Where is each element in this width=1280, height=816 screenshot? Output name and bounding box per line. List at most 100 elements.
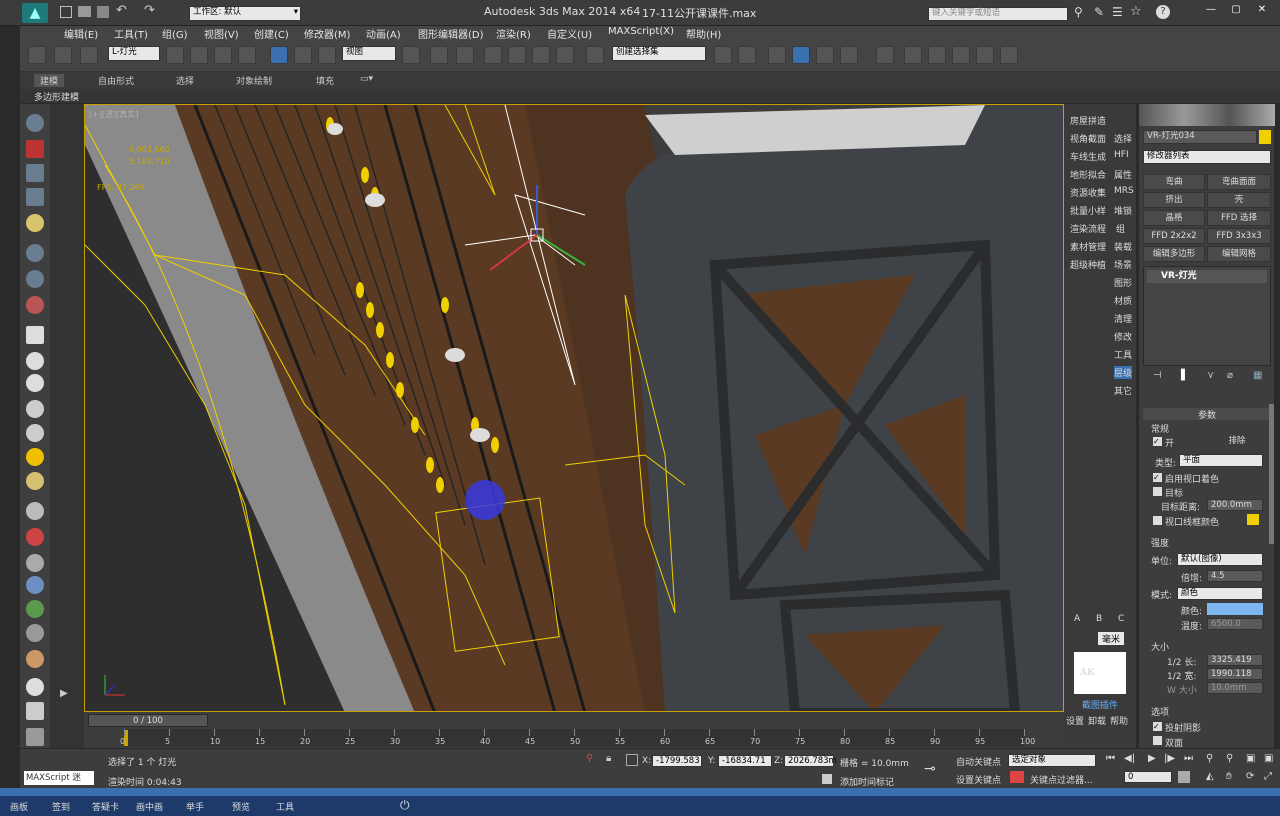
communication-icon[interactable]: ☰ — [1112, 5, 1123, 19]
close-button[interactable]: ✕ — [1250, 4, 1274, 20]
curve-editor-icon[interactable] — [816, 46, 834, 64]
time-slider[interactable]: 0 / 100 — [88, 714, 208, 727]
plugin-tab-b[interactable]: B — [1096, 614, 1102, 624]
taskbar-pip[interactable]: 画中画 — [136, 800, 163, 813]
play-icon[interactable]: ▶ — [1148, 753, 1156, 764]
taskbar-whiteboard[interactable]: 画板 — [10, 800, 28, 813]
edit-named-sel-icon[interactable] — [586, 46, 604, 64]
menu-customize[interactable]: 自定义(U) — [547, 26, 592, 41]
plugin-item[interactable]: 装载 — [1114, 240, 1132, 253]
absolute-mode-icon[interactable] — [626, 754, 638, 766]
maximize-button[interactable]: ▢ — [1225, 4, 1247, 20]
render-setup-icon[interactable] — [904, 46, 922, 64]
target-distance-spinner[interactable]: 200.0mm — [1207, 499, 1263, 511]
plugin-item[interactable]: HFI — [1114, 150, 1129, 160]
plugin-item[interactable]: 其它 — [1114, 384, 1132, 397]
mirror-icon[interactable] — [714, 46, 732, 64]
zoom-icon[interactable]: ⚲ — [1206, 753, 1213, 764]
plugin-tab-c[interactable]: C — [1118, 614, 1124, 624]
settings-link[interactable]: 设置 — [1066, 714, 1084, 727]
make-unique-icon[interactable]: ⋎ — [1207, 370, 1214, 381]
ffd-3x3x3-button[interactable]: FFD 3x3x3 — [1207, 228, 1271, 244]
prev-frame-icon[interactable]: ◀| — [1124, 753, 1135, 764]
select-manipulate-icon[interactable] — [430, 46, 448, 64]
edit-poly-button[interactable]: 编辑多边形 — [1143, 246, 1205, 262]
mode-dropdown[interactable]: 颜色 — [1177, 587, 1263, 600]
sphere-icon[interactable] — [26, 352, 44, 370]
next-frame-icon[interactable]: |▶ — [1164, 753, 1175, 764]
select-object-icon[interactable] — [166, 46, 184, 64]
workspace-dropdown[interactable]: 工作区: 默认 ▾ — [189, 6, 301, 21]
sun-icon[interactable] — [26, 448, 44, 466]
bind-space-warp-icon[interactable] — [80, 46, 98, 64]
cylinder-icon[interactable] — [26, 374, 44, 392]
hair-icon[interactable] — [26, 502, 44, 520]
taskbar-tools[interactable]: 工具 — [276, 800, 294, 813]
toggle-ribbon-icon[interactable] — [792, 46, 810, 64]
tools-icon[interactable]: ✎ — [1094, 5, 1104, 19]
align-icon[interactable] — [738, 46, 756, 64]
menu-help[interactable]: 帮助(H) — [686, 26, 721, 41]
binoculars-icon[interactable]: ⚲ — [1074, 5, 1083, 19]
viewport-label[interactable]: [+][透][真实] — [89, 109, 138, 120]
half-width-spinner[interactable]: 1990.118 — [1207, 668, 1263, 680]
key-icon[interactable]: ⊸ — [924, 761, 936, 777]
hf-icon[interactable] — [26, 624, 44, 642]
uninstall-link[interactable]: 卸载 — [1088, 714, 1106, 727]
plugin-item[interactable]: 清理 — [1114, 312, 1132, 325]
ribbon-tab-freeform[interactable]: 自由形式 — [98, 74, 134, 87]
pin-icon[interactable]: ⚲ — [586, 753, 593, 764]
plugin-item[interactable]: 资源收集 — [1070, 186, 1106, 199]
plugin-item[interactable]: MRS — [1114, 186, 1134, 196]
favorites-star-icon[interactable]: ☆ — [1130, 4, 1142, 19]
stack-item-vray-light[interactable]: VR-灯光 — [1147, 270, 1267, 283]
layers-icon[interactable] — [26, 188, 44, 206]
temperature-spinner[interactable]: 6500.0 — [1207, 618, 1263, 630]
keyboard-shortcut-icon[interactable] — [456, 46, 474, 64]
scatter-icon[interactable] — [26, 650, 44, 668]
object-color-swatch[interactable] — [1259, 130, 1271, 144]
menu-rendering[interactable]: 渲染(R) — [496, 26, 531, 41]
plugin-item[interactable]: 组 — [1116, 222, 1125, 235]
scale-icon[interactable] — [318, 46, 336, 64]
globe-icon[interactable] — [26, 576, 44, 594]
panel-tabs-strip[interactable] — [1139, 104, 1275, 126]
plugin-item[interactable]: 超级种植 — [1070, 258, 1106, 271]
menu-group[interactable]: 组(G) — [162, 26, 188, 41]
orbit-icon[interactable]: ⟳ — [1246, 771, 1254, 782]
go-to-start-icon[interactable]: ⏮ — [1106, 753, 1115, 764]
app-logo-icon[interactable]: ▲ — [22, 3, 48, 23]
schematic-view-icon[interactable] — [840, 46, 858, 64]
extrude-button[interactable]: 挤出 — [1143, 192, 1205, 208]
plugin-item[interactable]: 选择 — [1114, 132, 1132, 145]
edit-mesh-button[interactable]: 编辑网格 — [1207, 246, 1271, 262]
bend-face-button[interactable]: 弯曲面面 — [1207, 174, 1271, 190]
ribbon-tab-selection[interactable]: 选择 — [176, 74, 194, 87]
plugin-item[interactable]: 房屋拼造 — [1070, 114, 1106, 127]
spinner-snap-icon[interactable] — [556, 46, 574, 64]
ribbon-tab-populate[interactable]: 填充 — [316, 74, 334, 87]
minimize-button[interactable]: — — [1200, 4, 1222, 20]
link-icon[interactable] — [28, 46, 46, 64]
ffd-select-button[interactable]: FFD 选择 — [1207, 210, 1271, 226]
undo-icon[interactable]: ↶ — [116, 3, 127, 18]
rotate-icon[interactable] — [294, 46, 312, 64]
material-editor-icon[interactable] — [876, 46, 894, 64]
ribbon-tab-object-paint[interactable]: 对象绘制 — [236, 74, 272, 87]
plugin-item[interactable]: 视角截面 — [1070, 132, 1106, 145]
wire-color-checkbox[interactable] — [1153, 516, 1162, 525]
zoom-all-icon[interactable]: ⚲ — [1226, 753, 1233, 764]
plugin-item[interactable]: 地形拟合 — [1070, 168, 1106, 181]
select-by-name-icon[interactable] — [190, 46, 208, 64]
menu-create[interactable]: 创建(C) — [254, 26, 289, 41]
polygon-modeling-label[interactable]: 多边形建模 — [34, 90, 79, 103]
quick-access-new-icon[interactable] — [60, 6, 72, 18]
material-ball-icon[interactable] — [26, 678, 44, 696]
target-checkbox[interactable] — [1153, 487, 1162, 496]
taskbar-qa-card[interactable]: 答疑卡 — [92, 800, 119, 813]
plugin-item[interactable]: 工具 — [1114, 348, 1132, 361]
cone-icon[interactable] — [26, 424, 44, 442]
pill-icon[interactable] — [26, 528, 44, 546]
lattice-button[interactable]: 晶格 — [1143, 210, 1205, 226]
menu-edit[interactable]: 编辑(E) — [64, 26, 98, 41]
